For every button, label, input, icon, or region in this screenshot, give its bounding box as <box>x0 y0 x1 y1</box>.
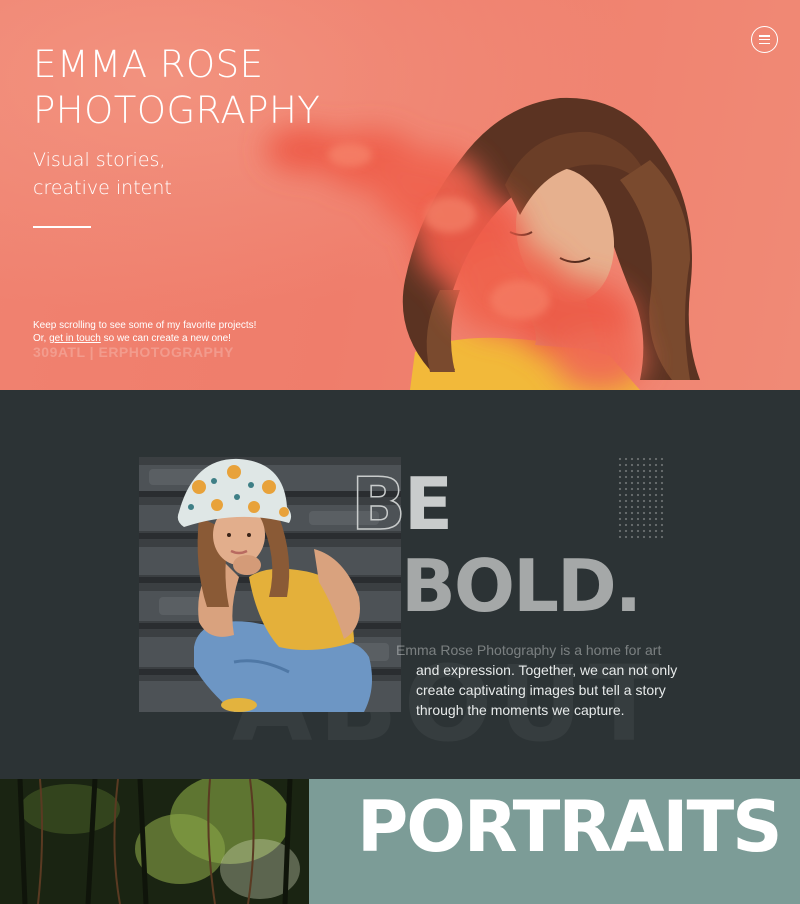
forest-photo <box>0 779 309 904</box>
be-headline-outline: B <box>350 462 406 546</box>
hero-note-suffix: so we can create a new one! <box>100 333 231 344</box>
about-paragraph-line-2: and expression. Together, we can not onl… <box>416 662 678 678</box>
site-title-line-2: PHOTOGRAPHY <box>33 89 321 132</box>
about-paragraph-line-3: create captivating images but tell a sto… <box>416 682 666 698</box>
hero-note-line-1: Keep scrolling to see some of my favorit… <box>33 320 257 331</box>
site-title-line-1: EMMA ROSE <box>33 43 264 86</box>
about-section: ABOUT BE BOLD. Emma Rose Photography is … <box>0 390 800 779</box>
hero-tagline: Visual stories, creative intent <box>33 146 172 202</box>
about-paragraph: Emma Rose Photography is a home for art … <box>396 640 686 720</box>
portraits-section: PORTRAITS <box>0 779 800 904</box>
hero-note-prefix: Or, <box>33 333 50 344</box>
social-handle: 309ATL | ERPHOTOGRAPHY <box>33 344 234 360</box>
bold-headline: BOLD. <box>401 544 642 628</box>
hero-tagline-line-2: creative intent <box>33 177 172 199</box>
be-headline: BE <box>350 467 453 541</box>
get-in-touch-link[interactable]: get in touch <box>49 333 101 344</box>
portraits-panel[interactable]: PORTRAITS <box>309 779 800 904</box>
hero-note: Keep scrolling to see some of my favorit… <box>33 319 256 345</box>
hero-divider <box>33 226 91 228</box>
dot-grid-decoration <box>617 456 665 540</box>
about-paragraph-line-4: through the moments we capture. <box>416 702 625 718</box>
about-paragraph-line-1: Emma Rose Photography is a home for art <box>396 642 662 658</box>
menu-button[interactable] <box>751 26 778 53</box>
hero-section: EMMA ROSE PHOTOGRAPHY Visual stories, cr… <box>0 0 800 390</box>
portraits-title: PORTRAITS <box>357 786 783 868</box>
site-title: EMMA ROSE PHOTOGRAPHY <box>33 42 320 134</box>
hero-tagline-line-1: Visual stories, <box>33 149 166 171</box>
be-headline-solid: E <box>403 462 453 546</box>
hamburger-menu-icon <box>759 35 770 44</box>
